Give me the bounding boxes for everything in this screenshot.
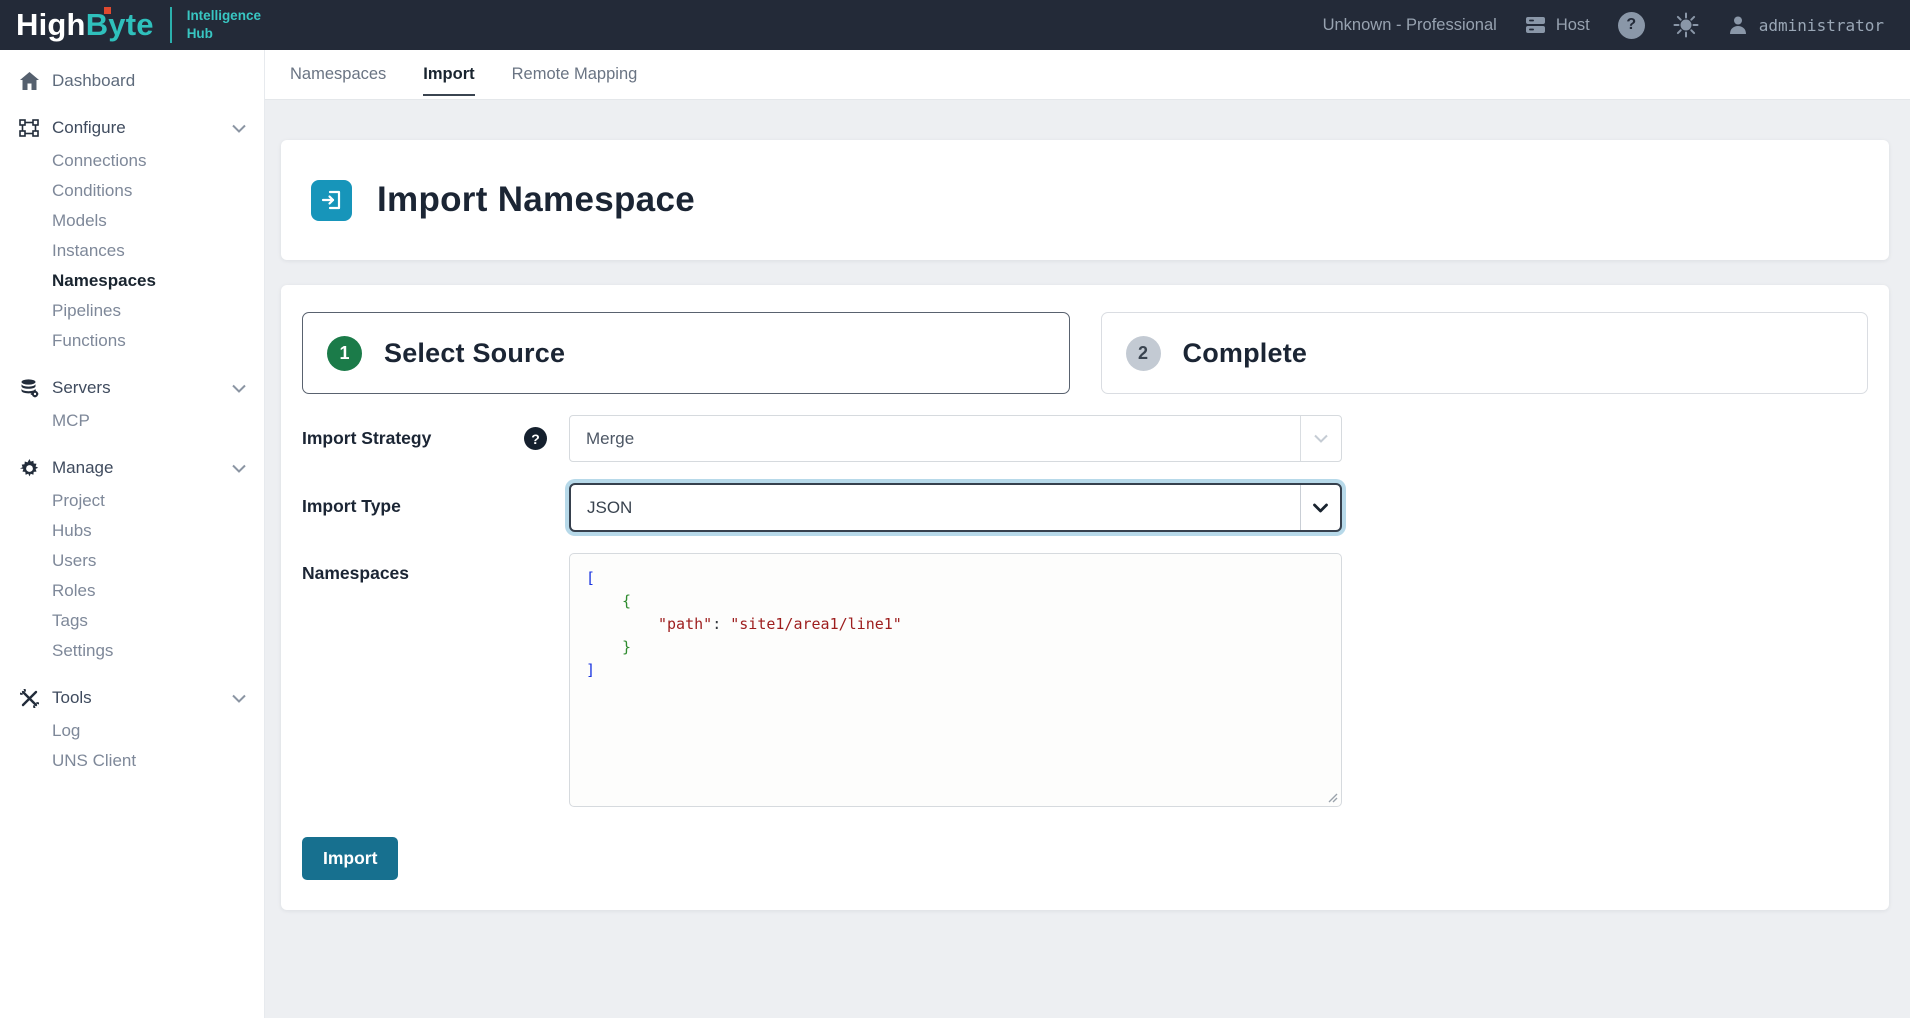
username-label: administrator	[1759, 16, 1884, 35]
sidebar: Dashboard Configure Connections Conditio…	[0, 50, 265, 1018]
import-type-label-cell: Import Type	[302, 483, 569, 530]
help-icon[interactable]: ?	[1618, 12, 1645, 39]
namespaces-label-cell: Namespaces	[302, 553, 569, 600]
resize-handle[interactable]	[1328, 793, 1338, 803]
page-header-card: Import Namespace	[281, 140, 1889, 260]
sidebar-item-project[interactable]: Project	[0, 486, 264, 516]
step-select-source[interactable]: 1 Select Source	[302, 312, 1070, 394]
license-label: Unknown - Professional	[1323, 16, 1497, 35]
server-stack-icon	[1525, 16, 1546, 34]
chevron-down-icon	[1300, 485, 1340, 530]
chevron-down-icon	[232, 694, 246, 703]
chevron-down-icon	[232, 464, 246, 473]
sidebar-section-servers[interactable]: Servers	[0, 373, 264, 403]
tab-remote-mapping[interactable]: Remote Mapping	[512, 50, 638, 99]
sidebar-item-models[interactable]: Models	[0, 206, 264, 236]
chevron-down-icon	[232, 384, 246, 393]
sidebar-section-tools[interactable]: Tools	[0, 683, 264, 713]
topbar: HighByte Intelligence Hub Unknown - Prof…	[0, 0, 1910, 50]
page-title: Import Namespace	[377, 180, 695, 220]
chevron-down-icon	[232, 124, 246, 133]
sidebar-item-uns-client[interactable]: UNS Client	[0, 746, 264, 776]
brand-divider	[170, 7, 172, 43]
import-strategy-row: Import Strategy ? Merge	[302, 415, 1868, 462]
import-strategy-select[interactable]: Merge	[569, 415, 1342, 462]
configure-model-icon	[18, 119, 40, 137]
import-type-row: Import Type JSON	[302, 483, 1868, 532]
theme-sun-icon[interactable]	[1673, 12, 1699, 38]
active-tab-underline	[423, 94, 474, 96]
sidebar-section-configure[interactable]: Configure	[0, 113, 264, 143]
tabbar: Namespaces Import Remote Mapping	[265, 50, 1910, 100]
import-button[interactable]: Import	[302, 837, 398, 880]
sidebar-item-connections[interactable]: Connections	[0, 146, 264, 176]
host-button[interactable]: Host	[1525, 16, 1590, 35]
tab-namespaces[interactable]: Namespaces	[290, 50, 386, 99]
sidebar-item-mcp[interactable]: MCP	[0, 406, 264, 436]
topbar-right: Unknown - Professional Host ? administra…	[1323, 12, 1884, 39]
sidebar-item-namespaces[interactable]: Namespaces	[0, 266, 264, 296]
servers-database-icon	[18, 379, 40, 398]
sidebar-item-pipelines[interactable]: Pipelines	[0, 296, 264, 326]
sidebar-item-settings[interactable]: Settings	[0, 636, 264, 666]
sidebar-item-users[interactable]: Users	[0, 546, 264, 576]
sidebar-item-dashboard[interactable]: Dashboard	[0, 66, 264, 96]
sidebar-item-hubs[interactable]: Hubs	[0, 516, 264, 546]
logo-wordmark: HighByte	[16, 7, 154, 43]
namespaces-json-editor[interactable]: [ { "path": "site1/area1/line1" } ]	[569, 553, 1342, 807]
import-form-card: 1 Select Source 2 Complete Import Strate…	[281, 285, 1889, 910]
user-icon	[1727, 14, 1749, 36]
brand-logo[interactable]: HighByte Intelligence Hub	[16, 7, 261, 43]
sidebar-item-instances[interactable]: Instances	[0, 236, 264, 266]
sidebar-item-log[interactable]: Log	[0, 716, 264, 746]
step-complete[interactable]: 2 Complete	[1101, 312, 1869, 394]
sidebar-section-manage[interactable]: Manage	[0, 453, 264, 483]
sidebar-item-roles[interactable]: Roles	[0, 576, 264, 606]
user-menu[interactable]: administrator	[1727, 14, 1884, 36]
sidebar-item-tags[interactable]: Tags	[0, 606, 264, 636]
namespaces-row: Namespaces [ { "path": "site1/area1/line…	[302, 553, 1868, 807]
import-icon	[311, 180, 352, 221]
sidebar-item-conditions[interactable]: Conditions	[0, 176, 264, 206]
import-type-select[interactable]: JSON	[569, 483, 1342, 532]
tools-wrench-icon	[18, 689, 40, 708]
host-label: Host	[1556, 16, 1590, 35]
chevron-down-icon	[1300, 416, 1341, 461]
logo-high: High	[16, 7, 86, 42]
main-area: Namespaces Import Remote Mapping Import …	[265, 50, 1910, 1018]
sidebar-item-functions[interactable]: Functions	[0, 326, 264, 356]
home-icon	[18, 72, 40, 90]
step-1-badge: 1	[327, 336, 362, 371]
logo-red-dot	[104, 7, 111, 14]
content: Import Namespace 1 Select Source 2 Compl…	[265, 140, 1910, 910]
gear-icon	[18, 459, 40, 478]
step-2-badge: 2	[1126, 336, 1161, 371]
import-strategy-label-cell: Import Strategy ?	[302, 415, 569, 462]
import-strategy-help-icon[interactable]: ?	[524, 427, 547, 450]
product-name: Intelligence Hub	[187, 7, 261, 42]
logo-byte: Byte	[86, 7, 154, 42]
wizard-steps: 1 Select Source 2 Complete	[302, 312, 1868, 394]
tab-import[interactable]: Import	[423, 50, 474, 99]
